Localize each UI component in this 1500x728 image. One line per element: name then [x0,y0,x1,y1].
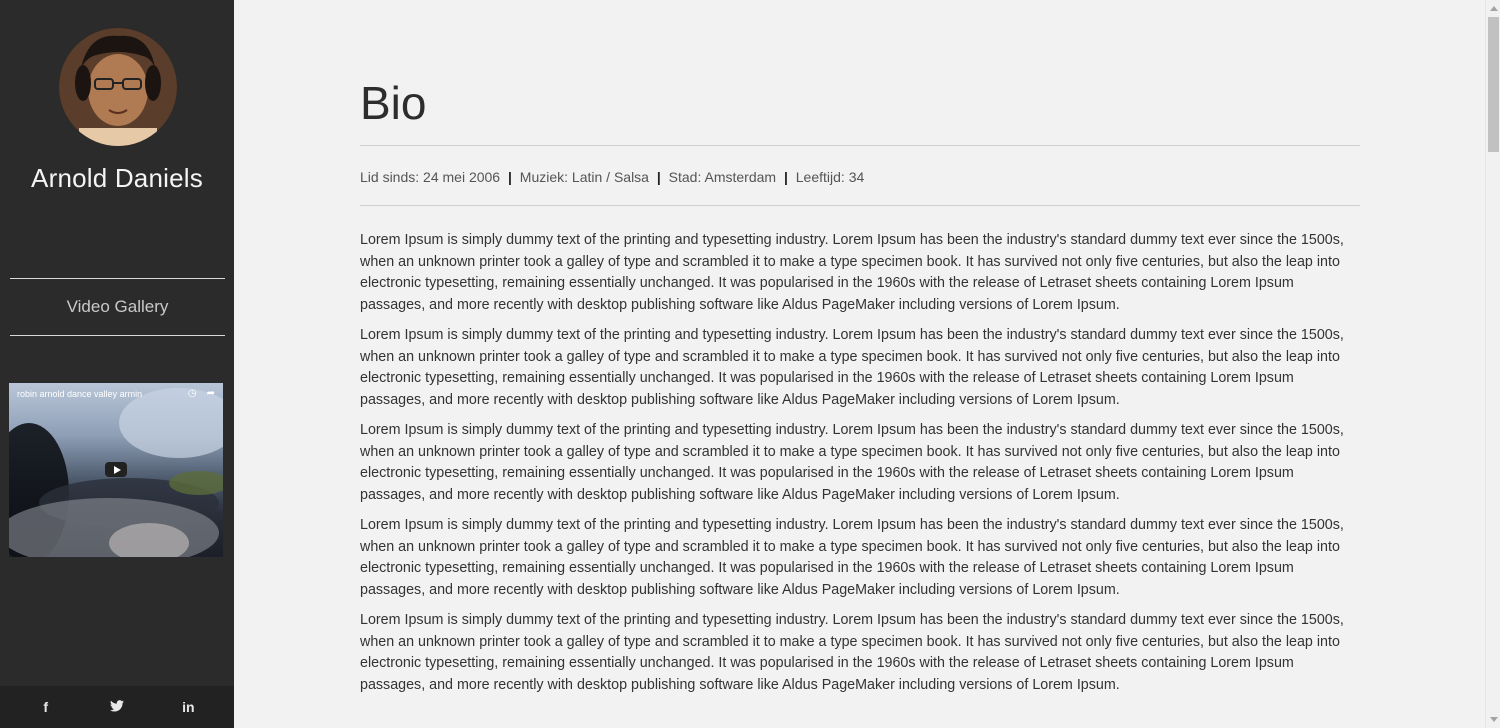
scroll-down-icon[interactable] [1490,717,1498,722]
avatar [59,28,177,146]
bio-paragraph: Lorem Ipsum is simply dummy text of the … [360,422,1344,503]
page-title: Bio [360,77,427,129]
sidebar: Arnold Daniels Video Gallery robin arnol… [0,0,234,728]
profile-meta: Lid sinds: 24 mei 2006 | Muziek: Latin /… [360,169,864,185]
linkedin-icon[interactable]: in [178,699,198,715]
share-icon[interactable]: ➦ [207,388,215,399]
scroll-up-icon[interactable] [1490,6,1498,11]
bio-paragraph: Lorem Ipsum is simply dummy text of the … [360,327,1344,408]
title-divider [360,145,1360,146]
meta-music: Muziek: Latin / Salsa [519,169,649,185]
bio-paragraph: Lorem Ipsum is simply dummy text of the … [360,232,1344,313]
video-thumbnail[interactable]: robin arnold dance valley armin ◷ ➦ [9,383,223,557]
meta-separator: | [656,169,661,185]
bio-paragraph: Lorem Ipsum is simply dummy text of the … [360,517,1344,598]
video-controls: ◷ ➦ [188,388,215,399]
nav-divider-bottom [10,335,225,336]
social-bar: f in [0,686,234,728]
twitter-icon[interactable] [107,699,127,715]
page-scrollbar[interactable] [1485,0,1500,728]
meta-age: Leeftijd: 34 [795,169,865,185]
profile-name: Arnold Daniels [31,163,203,193]
watch-later-icon[interactable]: ◷ [188,388,197,399]
meta-member-since: Lid sinds: 24 mei 2006 [360,169,501,185]
scrollbar-thumb[interactable] [1488,17,1499,152]
meta-city: Stad: Amsterdam [668,169,777,185]
meta-separator: | [783,169,788,185]
twitter-bird-glyph [109,700,124,712]
meta-separator: | [507,169,512,185]
facebook-icon[interactable]: f [36,699,56,715]
meta-divider [360,205,1360,206]
avatar-photo [59,28,177,146]
video-title: robin arnold dance valley armin [17,389,143,399]
play-icon[interactable] [105,462,127,477]
bio-paragraph: Lorem Ipsum is simply dummy text of the … [360,612,1344,693]
nav-video-gallery[interactable]: Video Gallery [10,279,225,335]
bio-text: Lorem Ipsum is simply dummy text of the … [360,230,1360,705]
